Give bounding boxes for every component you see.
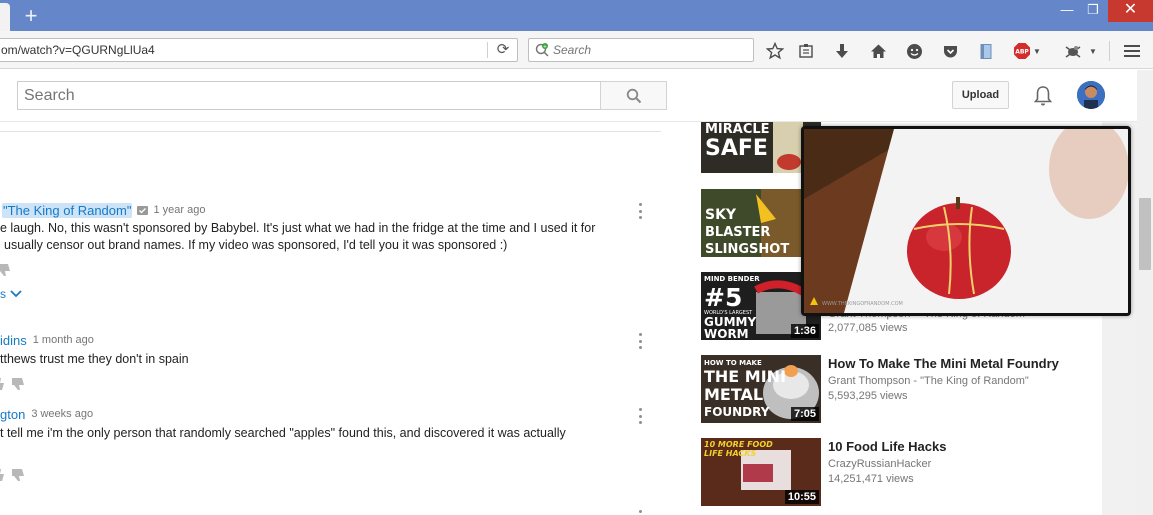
scrollbar-thumb[interactable] <box>1139 198 1151 270</box>
search-icon <box>626 88 641 103</box>
comment-menu-icon[interactable] <box>637 408 643 424</box>
svg-text:FOUNDRY: FOUNDRY <box>704 405 770 419</box>
bookmark-icon[interactable] <box>976 41 996 61</box>
svg-text:10 MORE FOOD: 10 MORE FOOD <box>704 440 773 449</box>
comment-item: "The King of Random" 1 year ago e laugh.… <box>0 201 660 254</box>
mini-player-video[interactable]: WWW.THEKINGOFRANDOM.COM <box>804 129 1128 313</box>
video-channel[interactable]: Grant Thompson - "The King of Random" <box>828 375 1029 387</box>
extension-icon[interactable] <box>1058 41 1088 61</box>
video-thumbnail[interactable]: HOW TO MAKE THE MINI METAL FOUNDRY 7:05 <box>701 355 821 423</box>
comment-time[interactable]: 3 weeks ago <box>31 408 93 420</box>
notifications-bell-icon[interactable] <box>1031 84 1055 108</box>
toolbar-divider <box>1109 41 1110 61</box>
comment-menu-icon[interactable] <box>637 333 643 349</box>
comment-time[interactable]: 1 year ago <box>153 204 205 216</box>
svg-text:SKY: SKY <box>705 207 737 223</box>
youtube-search-box[interactable] <box>17 81 601 110</box>
close-window-button[interactable]: ✕ <box>1108 0 1153 22</box>
search-engine-icon[interactable]: + <box>535 43 549 57</box>
reload-icon[interactable]: ⟳ <box>494 41 512 59</box>
youtube-search-input[interactable] <box>24 87 584 105</box>
upload-button[interactable]: Upload <box>952 81 1009 109</box>
comment-vote-actions <box>0 468 30 482</box>
svg-text:BLASTER: BLASTER <box>705 225 770 240</box>
comment-menu-icon[interactable] <box>637 510 643 515</box>
svg-text:WWW.THEKINGOFRANDOM.COM: WWW.THEKINGOFRANDOM.COM <box>822 301 903 307</box>
comments-divider <box>0 131 661 132</box>
svg-text:METAL: METAL <box>704 385 763 404</box>
comment-author[interactable]: "The King of Random" <box>2 202 133 218</box>
chevron-down-icon <box>10 290 22 298</box>
browser-search-input[interactable] <box>553 43 743 57</box>
url-text[interactable]: om/watch?v=QGURNgLlUa4 <box>1 43 155 57</box>
comments-section: "The King of Random" 1 year ago e laugh.… <box>0 122 685 515</box>
video-views: 2,077,085 views <box>828 322 908 334</box>
video-title[interactable]: How To Make The Mini Metal Foundry <box>828 356 1059 371</box>
comment-text-line: usually censor out brand names. If my vi… <box>4 238 508 252</box>
comment-text-line: tthews trust me they don't in spain <box>0 352 189 366</box>
svg-text:LIFE HACKS: LIFE HACKS <box>704 449 757 458</box>
mini-player[interactable]: WWW.THEKINGOFRANDOM.COM <box>801 126 1131 316</box>
svg-text:SAFE: SAFE <box>705 136 768 161</box>
comment-menu-icon[interactable] <box>637 203 643 219</box>
comment-text-line: t tell me i'm the only person that rando… <box>0 426 566 440</box>
svg-text:MIRACLE: MIRACLE <box>705 122 770 137</box>
comment-item: idins 1 month ago tthews trust me they d… <box>0 331 660 368</box>
video-views: 14,251,471 views <box>828 473 914 485</box>
browser-nav-bar: om/watch?v=QGURNgLlUa4 ⟳ + ABP ▼ ▼ <box>0 31 1153 69</box>
maximize-button[interactable]: ❐ <box>1080 0 1106 22</box>
view-replies-link[interactable]: s <box>0 287 22 301</box>
verified-icon <box>137 205 149 215</box>
svg-text:WORM: WORM <box>704 327 749 340</box>
video-views: 5,593,295 views <box>828 390 908 402</box>
download-icon[interactable] <box>832 41 852 61</box>
video-title[interactable]: 10 Food Life Hacks <box>828 439 946 454</box>
url-bar[interactable]: om/watch?v=QGURNgLlUa4 ⟳ <box>0 38 518 62</box>
url-bar-divider <box>487 42 488 58</box>
comment-author[interactable]: gton <box>0 407 25 422</box>
comment-author[interactable]: idins <box>0 333 27 348</box>
pocket-icon[interactable] <box>940 41 960 61</box>
dislike-icon[interactable] <box>0 263 14 277</box>
browser-search-bar[interactable]: + <box>528 38 754 62</box>
svg-text:THE MINI: THE MINI <box>704 367 786 386</box>
browser-title-bar: + — ❐ ✕ <box>0 0 1153 31</box>
adblock-icon[interactable]: ABP ▼ <box>1012 41 1042 61</box>
svg-text:#5: #5 <box>704 283 742 312</box>
comment-item: gton 3 weeks ago t tell me i'm the only … <box>0 405 660 442</box>
smiley-icon[interactable] <box>904 41 924 61</box>
svg-text:HOW TO MAKE: HOW TO MAKE <box>704 359 762 367</box>
new-tab-button[interactable]: + <box>20 5 42 27</box>
video-duration: 7:05 <box>790 407 819 421</box>
star-icon[interactable] <box>765 41 785 61</box>
video-channel[interactable]: CrazyRussianHacker <box>828 458 931 470</box>
svg-text:MIND BENDER: MIND BENDER <box>704 275 760 283</box>
svg-text:SLINGSHOT: SLINGSHOT <box>705 242 789 257</box>
video-duration: 1:36 <box>790 324 819 338</box>
svg-text:ABP: ABP <box>1015 49 1029 56</box>
page-scrollbar[interactable] <box>1137 70 1153 515</box>
account-avatar[interactable] <box>1077 81 1105 109</box>
view-replies-label: s <box>0 287 6 301</box>
svg-text:+: + <box>543 44 547 50</box>
video-thumbnail[interactable]: 10 MORE FOOD LIFE HACKS 10:55 <box>701 438 821 506</box>
overflow-menu-icon[interactable]: ▼ <box>1086 41 1100 61</box>
reading-list-icon[interactable] <box>796 41 816 61</box>
home-icon[interactable] <box>868 41 888 61</box>
comment-text-line: e laugh. No, this wasn't sponsored by Ba… <box>0 221 596 235</box>
minimize-button[interactable]: — <box>1054 0 1080 22</box>
comment-vote-actions <box>0 377 30 391</box>
browser-tab[interactable] <box>0 3 10 31</box>
hamburger-menu-icon[interactable] <box>1122 41 1142 61</box>
comment-time[interactable]: 1 month ago <box>33 334 94 346</box>
youtube-search-button[interactable] <box>600 81 667 110</box>
video-duration: 10:55 <box>784 490 819 504</box>
youtube-header: Upload <box>0 70 1137 122</box>
